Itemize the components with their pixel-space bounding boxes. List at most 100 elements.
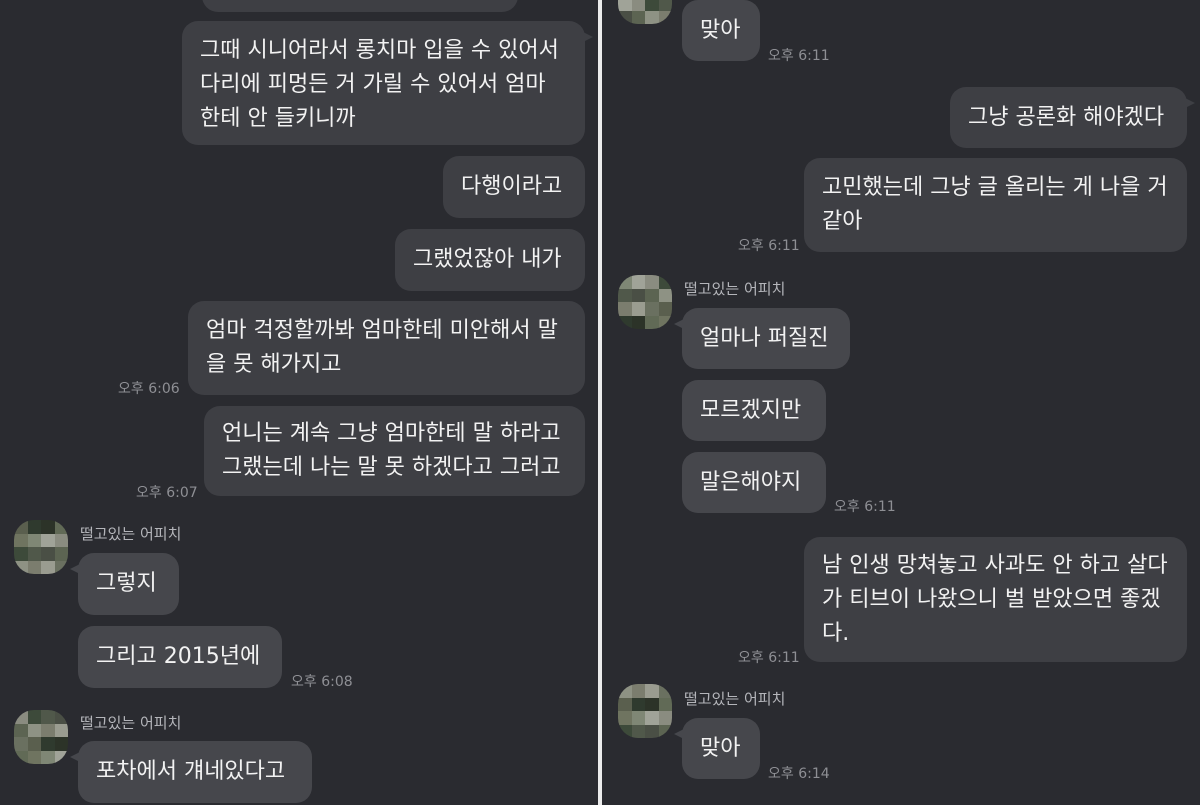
avatar-pixel bbox=[631, 0, 645, 11]
avatar-pixel bbox=[54, 533, 68, 547]
message-time: 오후 6:14 bbox=[768, 766, 830, 782]
message-text: 언니는 계속 그냥 엄마한테 말 하라고 그랬는데 나는 말 못 하겠다고 그러… bbox=[222, 421, 561, 480]
message-bubble[interactable]: 말은해야지 bbox=[682, 452, 826, 513]
avatar-pixel bbox=[41, 750, 55, 764]
message-time: 오후 6:07 bbox=[136, 485, 198, 501]
message-bubble[interactable]: 그리고 2015년에 bbox=[78, 626, 282, 688]
avatar[interactable] bbox=[14, 710, 68, 764]
avatar-pixel bbox=[631, 697, 645, 711]
message-bubble[interactable]: 모르겠지만 bbox=[682, 380, 826, 441]
message-bubble[interactable]: 그때 시니어라서 롱치마 입을 수 있어서 다리에 피멍든 거 가릴 수 있어서… bbox=[182, 21, 593, 145]
avatar-pixel bbox=[645, 302, 659, 316]
avatar-pixel bbox=[645, 724, 659, 738]
avatar-pixel bbox=[645, 315, 659, 329]
avatar-pixel bbox=[645, 275, 659, 289]
avatar-pixel bbox=[645, 10, 659, 24]
avatar-pixel bbox=[658, 684, 672, 698]
avatar-pixel bbox=[631, 724, 645, 738]
avatar-pixel bbox=[631, 275, 645, 289]
avatar[interactable] bbox=[618, 275, 672, 329]
avatar-pixel bbox=[27, 547, 41, 561]
message-bubble[interactable]: 얼마나 퍼질진 bbox=[674, 308, 850, 369]
message-text: 맞아 bbox=[700, 735, 741, 761]
avatar-pixel bbox=[54, 520, 68, 534]
avatar-pixel bbox=[27, 737, 41, 751]
message-time: 오후 6:11 bbox=[834, 499, 896, 515]
message-text: 다행이라고 bbox=[461, 174, 563, 199]
message-bubble[interactable]: 남 인생 망쳐놓고 사과도 안 하고 살다 가 티브이 나왔으니 벌 받았으면 … bbox=[804, 537, 1187, 662]
avatar-pixel bbox=[658, 724, 672, 738]
avatar-pixel bbox=[14, 520, 28, 534]
avatar-pixel bbox=[658, 697, 672, 711]
avatar-pixel bbox=[27, 723, 41, 737]
avatar-pixel bbox=[618, 684, 632, 698]
left-chat-panel: 그때 시니어라서 롱치마 입을 수 있어서 다리에 피멍든 거 가릴 수 있어서… bbox=[0, 0, 598, 805]
avatar-pixel bbox=[645, 711, 659, 725]
message-text: 그랬었잖아 내가 bbox=[413, 247, 562, 272]
avatar[interactable] bbox=[14, 520, 68, 574]
avatar-pixel bbox=[41, 520, 55, 534]
avatar-pixel bbox=[618, 302, 632, 316]
sender-name: 떨고있는 어피치 bbox=[80, 714, 182, 732]
avatar-pixel bbox=[618, 315, 632, 329]
avatar-pixel bbox=[54, 560, 68, 574]
avatar[interactable] bbox=[618, 684, 672, 738]
avatar-pixel bbox=[27, 520, 41, 534]
avatar-pixel bbox=[658, 0, 672, 11]
avatar-pixel bbox=[631, 315, 645, 329]
avatar-pixel bbox=[618, 275, 632, 289]
avatar-pixel bbox=[658, 275, 672, 289]
avatar-pixel bbox=[618, 0, 632, 11]
right-chat-panel: 맞아 오후 6:11 그냥 공론화 해야겠다 고민했는데 그냥 글 올리는 게 … bbox=[602, 0, 1200, 805]
avatar-pixel bbox=[14, 750, 28, 764]
avatar-pixel bbox=[658, 711, 672, 725]
avatar-pixel bbox=[54, 547, 68, 561]
message-text: 얼마나 퍼질진 bbox=[700, 325, 829, 351]
avatar-pixel bbox=[27, 750, 41, 764]
avatar-pixel bbox=[14, 737, 28, 751]
sender-name: 떨고있는 어피치 bbox=[80, 525, 182, 543]
message-bubble[interactable]: 다행이라고 bbox=[443, 156, 585, 218]
avatar-pixel bbox=[41, 737, 55, 751]
avatar-pixel bbox=[41, 723, 55, 737]
message-bubble[interactable]: 언니는 계속 그냥 엄마한테 말 하라고 그랬는데 나는 말 못 하겠다고 그러… bbox=[204, 406, 585, 496]
message-bubble[interactable]: 고민했는데 그냥 글 올리는 게 나을 거 같아 bbox=[804, 158, 1187, 252]
avatar-pixel bbox=[645, 684, 659, 698]
message-bubble[interactable]: 그렇지 bbox=[70, 553, 179, 615]
message-time: 오후 6:11 bbox=[738, 238, 800, 254]
avatar-pixel bbox=[618, 711, 632, 725]
avatar-pixel bbox=[41, 710, 55, 724]
message-time: 오후 6:11 bbox=[768, 48, 830, 64]
avatar-pixel bbox=[14, 723, 28, 737]
message-text: 포차에서 걔네있다고 bbox=[96, 759, 286, 784]
message-bubble[interactable]: 그랬었잖아 내가 bbox=[395, 229, 585, 291]
message-text: 남 인생 망쳐놓고 사과도 안 하고 살다 가 티브이 나왔으니 벌 받았으면 … bbox=[822, 552, 1168, 646]
avatar-pixel bbox=[645, 288, 659, 302]
avatar-pixel bbox=[618, 10, 632, 24]
message-bubble[interactable] bbox=[202, 0, 518, 12]
message-text: 그냥 공론화 해야겠다 bbox=[968, 104, 1165, 130]
avatar-pixel bbox=[658, 302, 672, 316]
avatar-pixel bbox=[41, 547, 55, 561]
message-bubble[interactable]: 포차에서 걔네있다고 bbox=[70, 741, 312, 803]
message-text: 고민했는데 그냥 글 올리는 게 나을 거 같아 bbox=[822, 175, 1168, 234]
avatar-pixel bbox=[14, 533, 28, 547]
message-time: 오후 6:11 bbox=[738, 650, 800, 666]
avatar-pixel bbox=[14, 547, 28, 561]
message-text: 맞아 bbox=[700, 17, 741, 43]
message-bubble[interactable]: 맞아 bbox=[674, 718, 760, 779]
avatar-pixel bbox=[631, 288, 645, 302]
message-bubble[interactable]: 엄마 걱정할까봐 엄마한테 미안해서 말 을 못 해가지고 bbox=[188, 301, 585, 395]
sender-name: 떨고있는 어피치 bbox=[684, 280, 786, 298]
avatar-pixel bbox=[54, 737, 68, 751]
message-bubble[interactable]: 맞아 bbox=[682, 0, 760, 61]
avatar-pixel bbox=[618, 697, 632, 711]
message-bubble[interactable]: 그냥 공론화 해야겠다 bbox=[950, 87, 1195, 148]
avatar-pixel bbox=[27, 560, 41, 574]
avatar-pixel bbox=[631, 684, 645, 698]
avatar-pixel bbox=[41, 560, 55, 574]
avatar-pixel bbox=[41, 533, 55, 547]
message-text: 엄마 걱정할까봐 엄마한테 미안해서 말 을 못 해가지고 bbox=[206, 318, 558, 377]
avatar[interactable] bbox=[618, 0, 672, 24]
avatar-pixel bbox=[27, 710, 41, 724]
